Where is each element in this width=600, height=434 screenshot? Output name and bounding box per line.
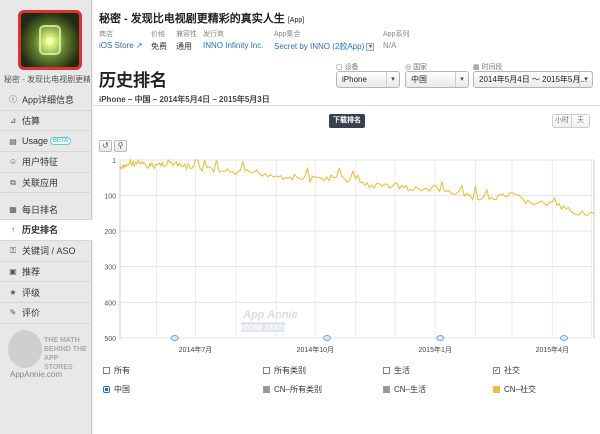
series-legend-item-0[interactable]: 中国 [103, 384, 130, 395]
sidebar-item-label: App详细信息 [22, 95, 75, 106]
sidebar-item-label: 关联应用 [22, 178, 59, 189]
series-swatch [493, 385, 500, 393]
sidebar-item-label: 推荐 [22, 266, 41, 277]
info-icon: ⓘ [9, 95, 17, 105]
series-legend-label: CN–社交 [504, 384, 537, 394]
series-legend-item-1[interactable]: CN–所有类别 [263, 384, 322, 395]
checkbox-icon [263, 366, 270, 374]
series-legend-label: CN–生活 [394, 384, 427, 394]
plot-frame [119, 159, 595, 339]
y-tick-label: 400 [104, 300, 116, 307]
y-tick-label: 1 [112, 158, 116, 165]
calendar-icon: ▦ [9, 204, 17, 214]
legend-checkbox-2[interactable]: 生活 [383, 365, 410, 376]
feature-icon: ▣ [9, 266, 17, 276]
chart-line-icon: ⊿ [9, 116, 17, 126]
brand-tagline: THE MATH BEHIND THE APP STORES [44, 337, 87, 371]
beta-badge: BETA [50, 137, 72, 146]
y-tick-label: 100 [104, 193, 116, 200]
sidebar: 秘密 - 发现比电视剧更精... ⓘ App详细信息 ⊿ 估算 ▤ Usage BETA ☺ 用… [0, 0, 93, 434]
sidebar-item-label: 评价 [22, 308, 41, 319]
legend-checkbox-3[interactable]: ✓ 社交 [493, 365, 520, 376]
sidebar-item-label: 历史排名 [22, 225, 59, 236]
event-marker-icon [170, 335, 179, 341]
x-tick-label: 2015年1月 [418, 345, 451, 354]
sidebar-item-user[interactable]: ☺ 用户特征 [0, 152, 92, 173]
sidebar-item-label: 关键词 / ASO [22, 246, 76, 257]
usage-icon: ▤ [9, 136, 17, 146]
link-icon: ⧉ [10, 177, 16, 187]
sidebar-item-label: 每日排名 [22, 204, 59, 215]
sidebar-item-chart-line[interactable]: ⊿ 估算 [0, 111, 92, 132]
legend-label: 生活 [394, 365, 410, 375]
star-icon: ★ [9, 287, 17, 297]
sidebar-item-info[interactable]: ⓘ App详细信息 [0, 90, 92, 111]
sidebar-app-name[interactable]: 秘密 - 发现比电视剧更精... [4, 74, 90, 85]
sidebar-item-label: 评级 [22, 287, 41, 298]
series-legend-label: 中国 [114, 384, 130, 394]
sidebar-item-label: 估算 [22, 116, 41, 127]
series-legend: 中国 CN–所有类别 CN–生活 CN–社交 [93, 380, 600, 398]
legend-label: 社交 [504, 365, 520, 375]
series-legend-label: CN–所有类别 [274, 384, 323, 394]
sidebar-item-feature[interactable]: ▣ 推荐 [0, 262, 92, 283]
series-swatch [263, 385, 270, 393]
sidebar-menu: ⓘ App详细信息 ⊿ 估算 ▤ Usage BETA ☺ 用户特征 ⧉ 关联应用 ▦ 每日排名 ↑ 历史排… [0, 90, 93, 324]
x-tick-label: 2015年4月 [536, 345, 569, 354]
checkbox-icon [103, 366, 110, 374]
key-icon: ⚿ [9, 245, 17, 255]
x-tick-label: 2014年10月 [297, 345, 334, 354]
sidebar-item-usage[interactable]: ▤ Usage BETA [0, 131, 92, 153]
sidebar-item-key[interactable]: ⚿ 关键词 / ASO [0, 241, 92, 262]
series-legend-item-2[interactable]: CN–生活 [383, 384, 426, 395]
firefly-glow [46, 37, 54, 45]
user-icon: ☺ [8, 157, 18, 167]
legend-label: 所有类别 [274, 365, 306, 375]
brand-mascot-icon [8, 330, 42, 368]
series-legend-item-3[interactable]: CN–社交 [493, 384, 536, 395]
checkbox-icon [383, 366, 390, 374]
arrow-up-icon: ↑ [11, 225, 15, 235]
sidebar-item-arrow-up[interactable]: ↑ 历史排名 [0, 220, 93, 241]
x-tick-label: 2014年7月 [179, 345, 212, 354]
sidebar-item-label: 用户特征 [22, 157, 59, 168]
y-tick-label: 500 [104, 336, 116, 343]
checkbox-checked-icon: ✓ [493, 366, 500, 374]
app-annie-brand[interactable]: THE MATH BEHIND THE APP STORES AppAnnie.… [8, 330, 88, 380]
brand-url[interactable]: AppAnnie.com [10, 370, 62, 379]
watermark-text: App Annie [242, 309, 298, 321]
sidebar-item-link[interactable]: ⧉ 关联应用 [0, 173, 92, 194]
main-panel: 秘密 - 发现比电视剧更精彩的真实人生 [App] 商店 iOS Store ↗… [93, 0, 600, 434]
watermark-sub-text: STORE STATS [239, 325, 287, 332]
legend-checkbox-0[interactable]: 所有 [103, 365, 130, 376]
comment-icon: ✎ [9, 308, 17, 318]
series-swatch [383, 385, 390, 393]
y-tick-label: 300 [104, 265, 116, 272]
sidebar-item-label: Usage [22, 136, 49, 147]
event-marker-icon [323, 335, 332, 341]
legend-checkbox-1[interactable]: 所有类别 [263, 365, 306, 376]
event-marker-icon [560, 335, 569, 341]
category-legend: 所有 所有类别 生活 ✓ 社交 [93, 361, 600, 379]
app-icon[interactable] [18, 10, 82, 70]
sidebar-item-calendar[interactable]: ▦ 每日排名 [0, 199, 92, 221]
event-marker-icon [436, 335, 445, 341]
radio-selected-icon [103, 385, 110, 393]
y-tick-label: 200 [104, 229, 116, 236]
sidebar-item-comment[interactable]: ✎ 评价 [0, 303, 92, 324]
sidebar-item-star[interactable]: ★ 评级 [0, 282, 92, 303]
legend-label: 所有 [114, 365, 130, 375]
